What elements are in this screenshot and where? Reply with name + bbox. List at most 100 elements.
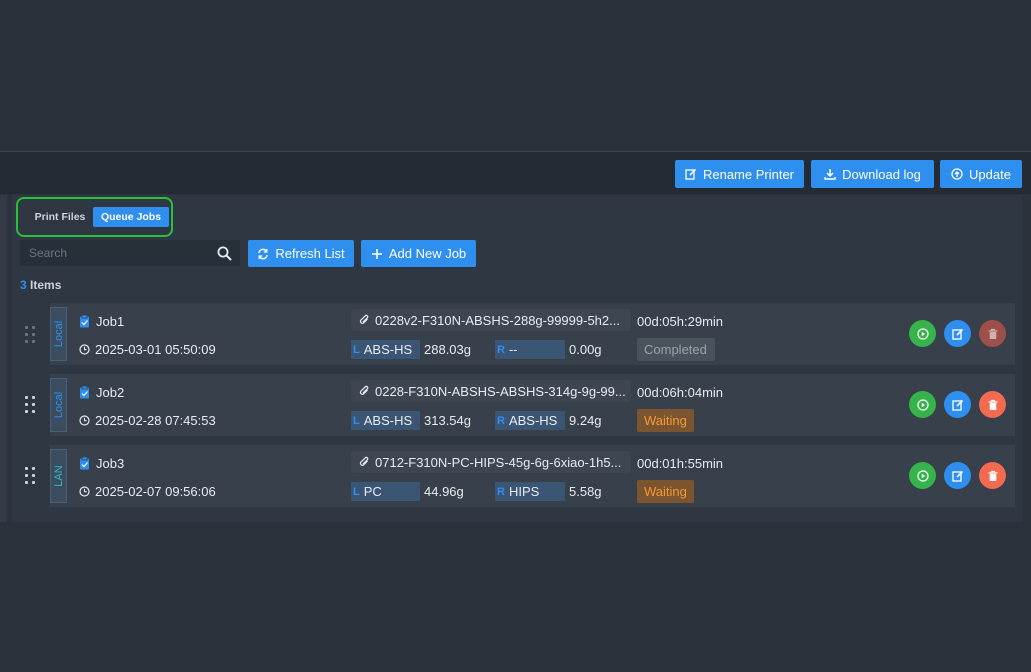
job-datetime: 2025-02-07 09:56:06 xyxy=(79,484,216,499)
tab-queue-jobs[interactable]: Queue Jobs xyxy=(93,207,169,227)
status-badge: Completed xyxy=(637,338,715,361)
rename-printer-button[interactable]: Rename Printer xyxy=(675,160,804,188)
right-filament: R ABS-HS xyxy=(495,411,565,430)
left-material: ABS-HS xyxy=(363,413,413,428)
job-datetime-text: 2025-02-07 09:56:06 xyxy=(95,484,216,499)
items-count-label: Items xyxy=(30,278,62,292)
plus-icon xyxy=(371,248,382,259)
right-material: HIPS xyxy=(508,484,540,499)
clock-icon xyxy=(79,486,90,497)
job-duration: 00d:05h:29min xyxy=(637,314,724,329)
rename-printer-label: Rename Printer xyxy=(702,166,795,182)
items-count-number: 3 xyxy=(20,278,27,292)
status-badge: Waiting xyxy=(637,480,694,503)
clock-icon xyxy=(79,344,90,355)
file-name-box: 0228v2-F310N-ABSHS-288g-99999-5h2... xyxy=(351,309,631,331)
edit-icon xyxy=(951,328,963,340)
file-name-text: 0228v2-F310N-ABSHS-288g-99999-5h2... xyxy=(375,312,620,328)
left-filament: L PC xyxy=(351,482,420,501)
job-name-text: Job3 xyxy=(96,456,125,471)
edit-job-button[interactable] xyxy=(944,462,971,489)
file-name-text: 0712-F310N-PC-HIPS-45g-6g-6xiao-1h5... xyxy=(375,454,622,470)
clipboard-icon xyxy=(80,457,89,470)
right-side-label: R xyxy=(497,485,505,498)
clipboard-icon xyxy=(80,386,89,399)
job-datetime: 2025-02-28 07:45:53 xyxy=(79,413,216,428)
update-button[interactable]: Update xyxy=(940,160,1022,188)
job-row: Local Job1 2025-03-01 05:50:09 0228v2-F3… xyxy=(50,303,1015,365)
drag-handle-icon[interactable] xyxy=(24,395,38,415)
left-material: ABS-HS xyxy=(363,342,413,357)
left-side-label: L xyxy=(353,343,360,356)
tab-print-files[interactable]: Print Files xyxy=(26,207,94,227)
paperclip-icon xyxy=(359,456,369,466)
search-input[interactable] xyxy=(20,240,210,266)
job-name: Job2 xyxy=(79,385,124,400)
drag-handle-icon[interactable] xyxy=(24,325,38,345)
job-datetime-text: 2025-03-01 05:50:09 xyxy=(95,342,216,357)
printer-toolbar: Rename Printer Download log Update xyxy=(0,151,1031,194)
job-datetime: 2025-03-01 05:50:09 xyxy=(79,342,216,357)
job-name: Job3 xyxy=(79,456,124,471)
right-weight: 9.24g xyxy=(569,413,602,428)
header-area xyxy=(0,0,1031,150)
status-badge: Waiting xyxy=(637,409,694,432)
source-label: Local xyxy=(52,391,65,419)
refresh-list-label: Refresh List xyxy=(275,246,345,261)
source-tag: Local xyxy=(50,378,67,432)
file-name-box: 0228-F310N-ABSHS-ABSHS-314g-9g-99... xyxy=(351,380,631,402)
play-icon xyxy=(916,469,929,482)
left-weight: 288.03g xyxy=(424,342,471,357)
delete-job-button[interactable] xyxy=(979,320,1006,347)
right-weight: 0.00g xyxy=(569,342,602,357)
job-duration: 00d:06h:04min xyxy=(637,385,724,400)
tab-group: Print Files Queue Jobs xyxy=(16,197,173,237)
edit-job-button[interactable] xyxy=(944,320,971,347)
download-log-button[interactable]: Download log xyxy=(811,160,934,188)
clock-icon xyxy=(79,415,90,426)
refresh-list-button[interactable]: Refresh List xyxy=(248,240,354,267)
job-row: LAN Job3 2025-02-07 09:56:06 0712-F310N-… xyxy=(50,445,1015,507)
start-job-button[interactable] xyxy=(909,320,936,347)
right-side-label: R xyxy=(497,414,505,427)
delete-job-button[interactable] xyxy=(979,462,1006,489)
right-material: ABS-HS xyxy=(508,413,558,428)
job-name-text: Job1 xyxy=(96,314,125,329)
update-label: Update xyxy=(969,166,1011,182)
job-name: Job1 xyxy=(79,314,124,329)
paperclip-icon xyxy=(359,314,369,324)
edit-job-button[interactable] xyxy=(944,391,971,418)
delete-job-button[interactable] xyxy=(979,391,1006,418)
play-icon xyxy=(916,327,929,340)
clipboard-icon xyxy=(80,315,89,328)
left-panel-edge xyxy=(0,195,7,522)
add-new-job-button[interactable]: Add New Job xyxy=(361,240,476,267)
download-log-label: Download log xyxy=(842,166,921,182)
source-tag: LAN xyxy=(50,449,67,503)
left-material: PC xyxy=(363,484,382,499)
items-count: 3 Items xyxy=(20,278,61,292)
trash-icon xyxy=(988,470,997,481)
search-icon[interactable] xyxy=(217,246,232,261)
edit-icon xyxy=(951,399,963,411)
file-name-box: 0712-F310N-PC-HIPS-45g-6g-6xiao-1h5... xyxy=(351,451,631,473)
source-label: Local xyxy=(52,320,65,348)
source-label: LAN xyxy=(52,465,65,487)
edit-icon xyxy=(685,168,697,180)
trash-icon xyxy=(988,328,997,339)
edit-icon xyxy=(951,470,963,482)
start-job-button[interactable] xyxy=(909,462,936,489)
job-name-text: Job2 xyxy=(96,385,125,400)
right-material: -- xyxy=(508,342,518,357)
file-name-text: 0228-F310N-ABSHS-ABSHS-314g-9g-99... xyxy=(375,383,626,399)
start-job-button[interactable] xyxy=(909,391,936,418)
upload-circle-icon xyxy=(951,168,963,180)
left-filament: L ABS-HS xyxy=(351,411,420,430)
right-filament: R -- xyxy=(495,340,565,359)
source-tag: Local xyxy=(50,307,67,361)
drag-handle-icon[interactable] xyxy=(24,466,38,486)
right-side-label: R xyxy=(497,343,505,356)
left-weight: 313.54g xyxy=(424,413,471,428)
right-weight: 5.58g xyxy=(569,484,602,499)
refresh-icon xyxy=(258,248,269,259)
